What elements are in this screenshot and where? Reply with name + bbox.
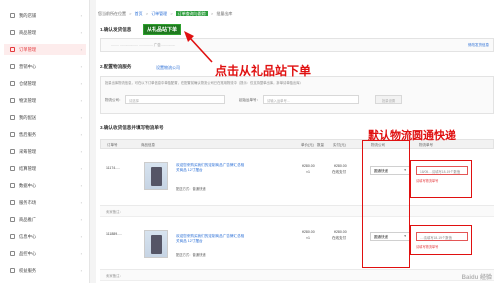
tracking-highlight-box xyxy=(410,160,472,198)
tracking-highlight-box-2 xyxy=(410,225,472,255)
click-hint-annotation: 点击从礼品站下单 xyxy=(215,64,312,78)
watermark: Baidu 经验 xyxy=(461,275,492,281)
carrier-highlight-box xyxy=(362,140,410,268)
